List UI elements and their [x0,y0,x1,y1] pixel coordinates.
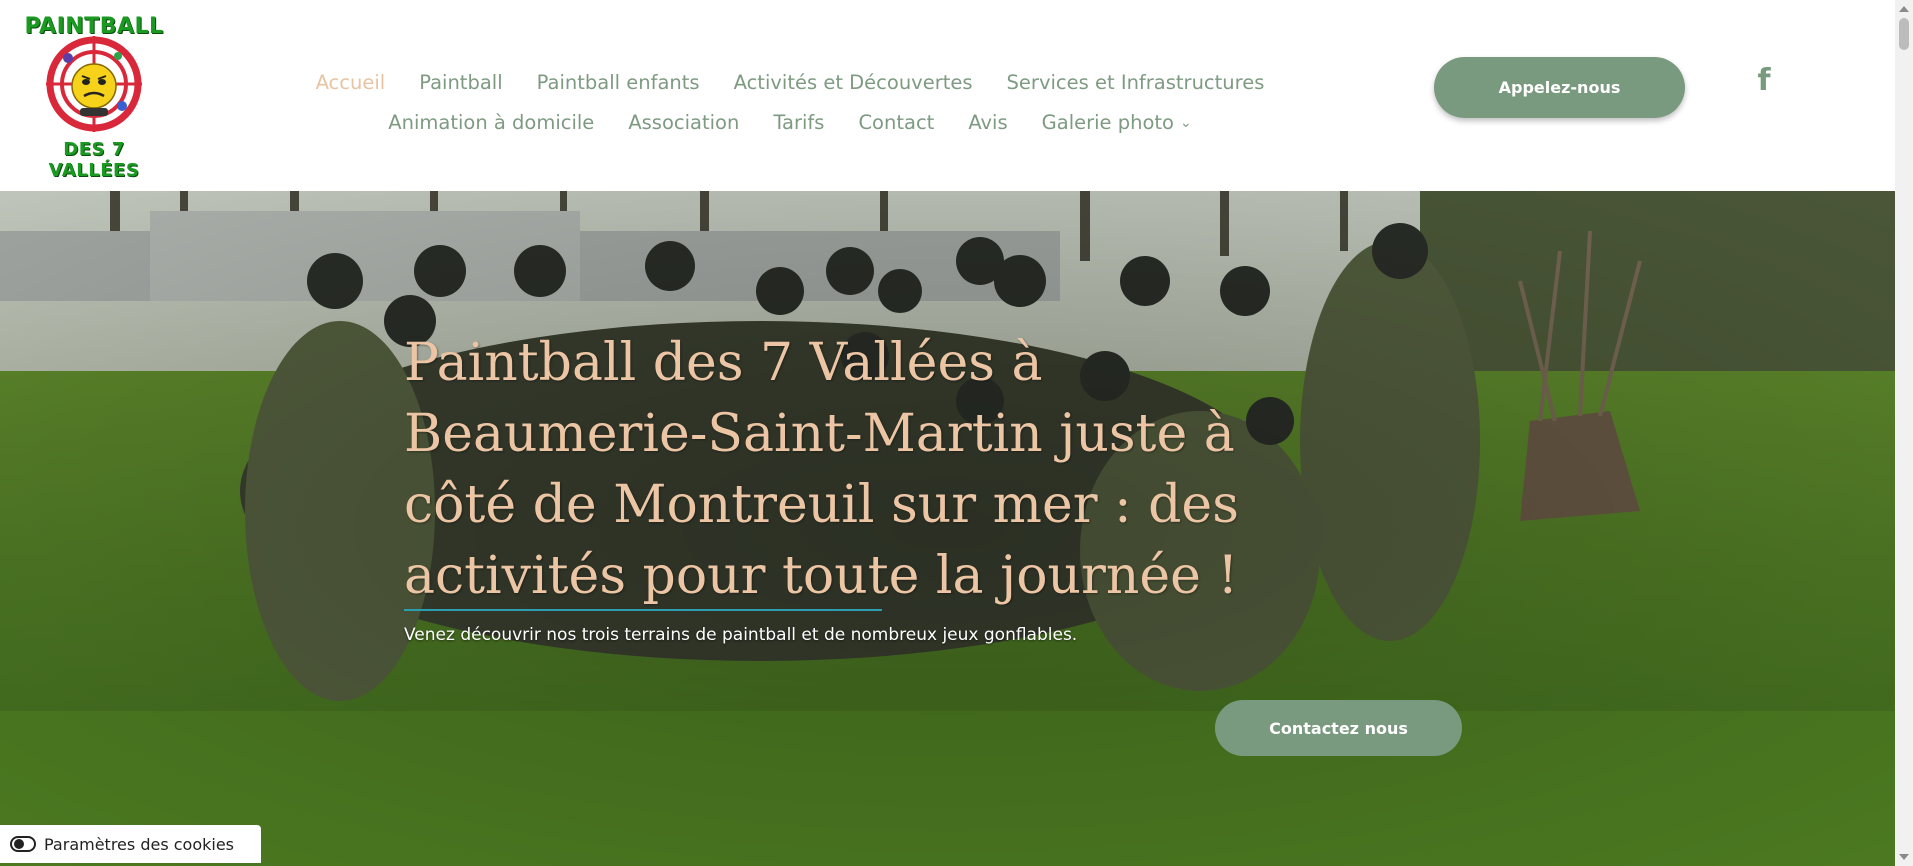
nav-item-tarifs[interactable]: Tarifs [773,110,824,136]
scroll-thumb[interactable] [1899,18,1909,50]
nav-item-contact[interactable]: Contact [858,110,934,136]
nav-item-galerie-label: Galerie photo [1041,111,1174,134]
cookie-settings-button[interactable]: Paramètres des cookies [0,825,261,863]
hero-title: Paintball des 7 Vallées à Beaumerie-Sain… [404,333,1239,606]
call-us-button[interactable]: Appelez-nous [1434,57,1685,118]
hero-section: Paintball des 7 Vallées à Beaumerie-Sain… [0,191,1895,866]
page-scrollbar[interactable] [1895,0,1913,866]
site-logo[interactable]: PAINTBALL DES 7 VALLÉES [20,14,168,181]
contact-us-button[interactable]: Contactez nous [1215,700,1462,756]
hero-subtitle: Venez découvrir nos trois terrains de pa… [404,625,1078,645]
nav-item-animation[interactable]: Animation à domicile [388,110,594,136]
nav-item-accueil[interactable]: Accueil [316,70,386,95]
hero-title-underline [404,609,882,611]
nav-item-paintball-enfants[interactable]: Paintball enfants [537,70,700,95]
site-header: PAINTBALL DES 7 VALLÉES Accueil Paintbal… [0,0,1895,191]
main-navigation: Accueil Paintball Paintball enfants Acti… [280,70,1300,151]
cookie-settings-label: Paramètres des cookies [44,834,234,854]
chevron-down-icon: ⌄ [1180,115,1192,131]
logo-text-bottom: DES 7 VALLÉES [48,139,140,181]
nav-item-association[interactable]: Association [628,110,739,136]
nav-item-paintball[interactable]: Paintball [419,70,502,95]
nav-item-avis[interactable]: Avis [968,110,1007,136]
logo-target-icon [46,36,142,132]
cookie-toggle-icon [10,836,36,852]
scroll-up-arrow-icon[interactable] [1899,6,1909,12]
facebook-icon[interactable]: f [1752,64,1776,98]
nav-row-1: Accueil Paintball Paintball enfants Acti… [280,70,1300,95]
nav-item-galerie[interactable]: Galerie photo ⌄ [1042,110,1192,136]
nav-item-activites[interactable]: Activités et Découvertes [734,70,973,95]
nav-item-services[interactable]: Services et Infrastructures [1007,70,1265,95]
scroll-down-arrow-icon[interactable] [1899,854,1909,860]
nav-row-2: Animation à domicile Association Tarifs … [280,110,1300,136]
